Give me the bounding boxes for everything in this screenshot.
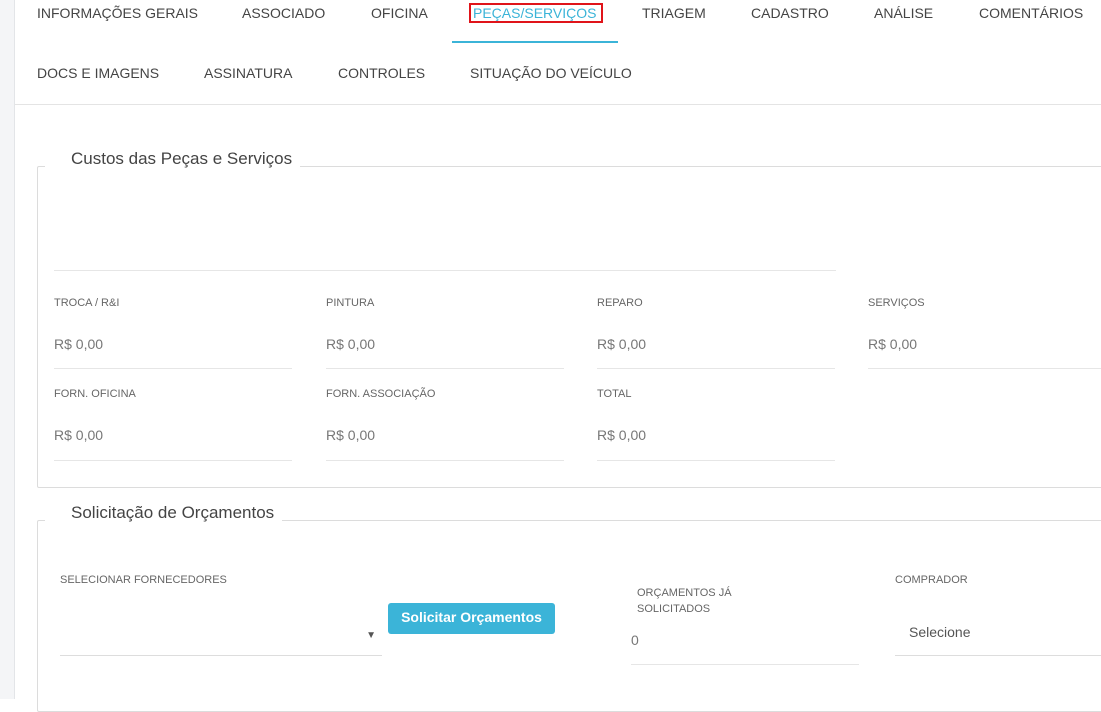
- active-tab-highlight: [469, 3, 603, 23]
- tab-assinatura[interactable]: ASSINATURA: [204, 65, 292, 81]
- reparo-underline: [597, 368, 835, 369]
- tab-cadastro[interactable]: CADASTRO: [751, 5, 829, 21]
- tab-docs-imagens[interactable]: DOCS E IMAGENS: [37, 65, 159, 81]
- servicos-underline: [868, 368, 1101, 369]
- forn-associacao-underline: [326, 460, 564, 461]
- requested-underline: [631, 664, 859, 665]
- buyer-select[interactable]: Selecione: [895, 605, 1101, 656]
- forn-oficina-underline: [54, 460, 292, 461]
- pintura-label: PINTURA: [326, 297, 375, 309]
- request-quotes-button[interactable]: Solicitar Orçamentos: [388, 603, 555, 634]
- tab-comentarios[interactable]: COMENTÁRIOS: [979, 5, 1083, 21]
- troca-ri-underline: [54, 368, 292, 369]
- buyer-select-value: Selecione: [909, 624, 971, 640]
- forn-associacao-value: R$ 0,00: [326, 427, 376, 443]
- suppliers-label: SELECIONAR FORNECEDORES: [60, 574, 227, 586]
- tab-situacao-veiculo[interactable]: SITUAÇÃO DO VEÍCULO: [470, 65, 632, 81]
- reparo-label: REPARO: [597, 297, 643, 309]
- tab-informacoes-gerais[interactable]: INFORMAÇÕES GERAIS: [37, 5, 198, 21]
- active-tab-underline: [452, 41, 618, 43]
- costs-panel: [37, 166, 1101, 488]
- tab-analise[interactable]: ANÁLISE: [874, 5, 933, 21]
- forn-oficina-label: FORN. OFICINA: [54, 388, 136, 400]
- pintura-underline: [326, 368, 564, 369]
- buyer-label: COMPRADOR: [895, 574, 968, 586]
- left-gutter: [0, 0, 15, 699]
- suppliers-select[interactable]: ▼: [60, 605, 382, 656]
- requested-label-line2: SOLICITADOS: [637, 603, 711, 615]
- total-underline: [597, 460, 835, 461]
- tab-triagem[interactable]: TRIAGEM: [642, 5, 706, 21]
- total-value: R$ 0,00: [597, 427, 647, 443]
- requested-value: 0: [631, 632, 639, 648]
- costs-divider: [54, 270, 836, 271]
- tab-oficina[interactable]: OFICINA: [371, 5, 428, 21]
- chevron-down-icon: ▼: [366, 630, 376, 641]
- reparo-value: R$ 0,00: [597, 336, 647, 352]
- forn-associacao-label: FORN. ASSOCIAÇÃO: [326, 388, 436, 400]
- troca-ri-label: TROCA / R&I: [54, 297, 120, 309]
- servicos-label: SERVIÇOS: [868, 297, 925, 309]
- forn-oficina-value: R$ 0,00: [54, 427, 104, 443]
- tab-associado[interactable]: ASSOCIADO: [242, 5, 325, 21]
- quotes-title: Solicitação de Orçamentos: [45, 503, 283, 523]
- costs-title: Custos das Peças e Serviços: [45, 149, 301, 169]
- pintura-value: R$ 0,00: [326, 336, 376, 352]
- troca-ri-value: R$ 0,00: [54, 336, 104, 352]
- servicos-value: R$ 0,00: [868, 336, 918, 352]
- requested-label-line1: ORÇAMENTOS JÁ: [637, 587, 732, 599]
- tab-controles[interactable]: CONTROLES: [338, 65, 425, 81]
- total-label: TOTAL: [597, 388, 632, 400]
